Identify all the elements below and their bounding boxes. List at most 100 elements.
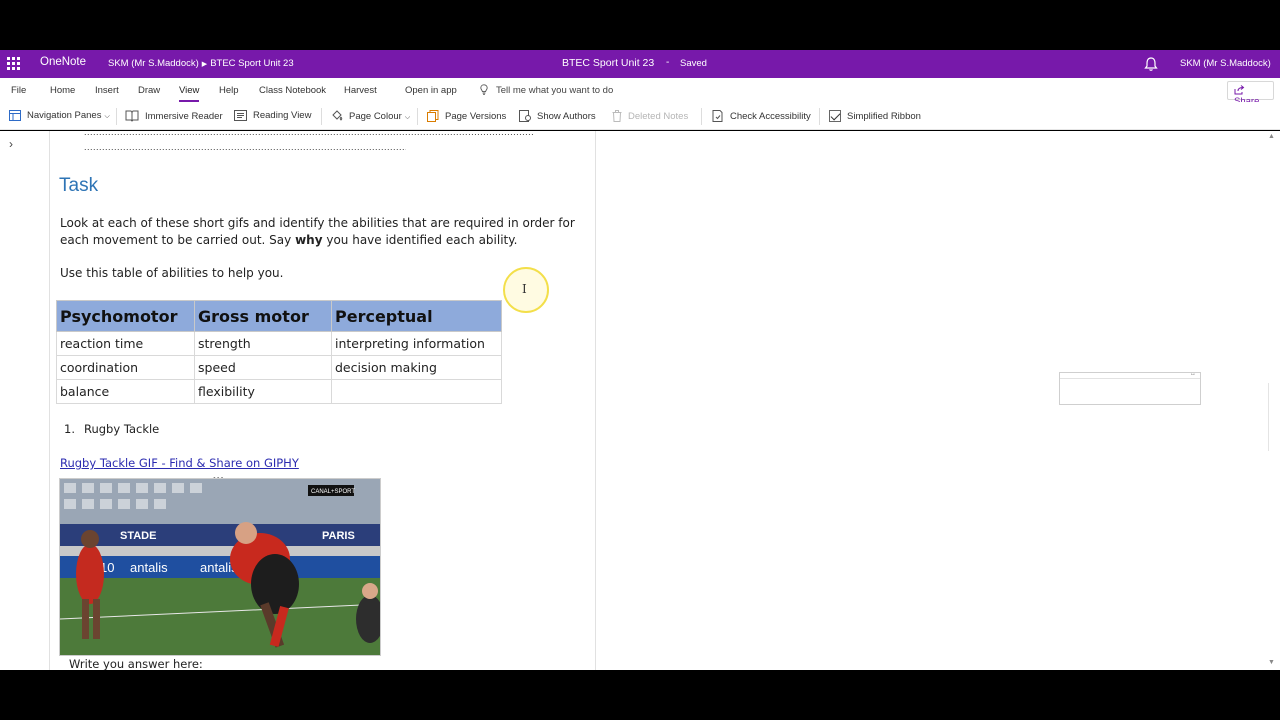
checkbox-checked-icon — [829, 110, 841, 122]
show-authors-button[interactable]: Show Authors — [519, 110, 596, 122]
container-handle-bar[interactable] — [1060, 373, 1200, 379]
navigation-panes-label: Navigation Panes — [27, 110, 102, 121]
list-item-label: Rugby Tackle — [84, 422, 160, 436]
ribbon: Navigation Panes ⌵ Immersive Reader Readi… — [0, 102, 1280, 130]
expand-navigation-chevron-icon[interactable]: › — [3, 137, 19, 153]
table-header-cell: Perceptual — [331, 300, 502, 332]
table-cell: balance — [56, 379, 195, 404]
title-bar: OneNote SKM (Mr S.Maddock) ▶ BTEC Sport Un… — [0, 50, 1280, 78]
deleted-notes-button[interactable]: Deleted Notes — [612, 110, 688, 122]
trash-icon — [612, 110, 622, 122]
check-accessibility-label: Check Accessibility — [730, 111, 811, 122]
table-row: balance flexibility — [56, 379, 502, 404]
menu-class-notebook[interactable]: Class Notebook — [259, 85, 326, 96]
menu-help[interactable]: Help — [219, 85, 239, 96]
instruction-text-end: you have identified each ability. — [322, 233, 518, 247]
table-cell: reaction time — [56, 331, 195, 356]
table-header-row: Psychomotor Gross motor Perceptual — [56, 300, 502, 332]
scroll-down-arrow-icon[interactable]: ▼ — [1268, 659, 1275, 666]
open-in-app-button[interactable]: Open in app — [405, 85, 457, 96]
check-accessibility-button[interactable]: Check Accessibility — [712, 110, 811, 122]
document-title: BTEC Sport Unit 23 — [562, 57, 655, 69]
table-row: reaction time strength interpreting info… — [56, 331, 502, 356]
navigation-panes-icon — [9, 110, 21, 121]
simplified-ribbon-toggle[interactable]: Simplified Ribbon — [829, 110, 921, 122]
empty-note-container[interactable]: ↔ — [1059, 371, 1201, 405]
rugby-tackle-gif[interactable]: STADE PARIS 10 antalis antalis CANAL+SPO… — [59, 478, 381, 656]
resize-handle-icon[interactable]: ↔ — [1190, 371, 1196, 377]
immersive-reader-icon — [125, 110, 139, 122]
bell-icon[interactable] — [1144, 56, 1158, 72]
share-icon — [1234, 85, 1245, 95]
table-cell: speed — [194, 355, 332, 380]
answer-dotted-line: ........................................… — [84, 142, 406, 152]
breadcrumb[interactable]: SKM (Mr S.Maddock) ▶ BTEC Sport Unit 23 — [108, 58, 294, 69]
page-colour-label: Page Colour — [349, 111, 402, 122]
share-button[interactable]: Share — [1227, 81, 1274, 107]
table-cell: coordination — [56, 355, 195, 380]
table-cell: strength — [194, 331, 332, 356]
lightbulb-icon — [480, 84, 488, 95]
table-cell: flexibility — [194, 379, 332, 404]
page-canvas[interactable]: › ▲ ▼ ..................................… — [0, 131, 1280, 670]
ribbon-divider — [701, 108, 702, 125]
app-launcher-icon[interactable] — [7, 57, 20, 70]
accessibility-icon — [712, 110, 723, 122]
table-header-cell: Psychomotor — [56, 300, 195, 332]
ribbon-divider — [116, 108, 117, 125]
stadium-board-text: STADE — [120, 530, 156, 542]
navigation-panes-button[interactable]: Navigation Panes ⌵ — [9, 110, 110, 121]
breadcrumb-notebook[interactable]: SKM (Mr S.Maddock) — [108, 58, 199, 69]
breadcrumb-section[interactable]: BTEC Sport Unit 23 — [210, 58, 293, 69]
tell-me-label: Tell me what you want to do — [496, 85, 614, 96]
scrollbar-thumb[interactable] — [1268, 383, 1280, 451]
page-colour-button[interactable]: Page Colour ⌵ — [331, 110, 410, 122]
menu-bar: File Home Insert Draw View Help Class No… — [0, 78, 1280, 102]
table-cell: interpreting information — [331, 331, 502, 356]
letterbox-top — [0, 0, 1280, 50]
ribbon-divider — [417, 108, 418, 125]
menu-harvest[interactable]: Harvest — [344, 85, 377, 96]
scroll-up-arrow-icon[interactable]: ▲ — [1268, 133, 1275, 140]
ribbon-divider — [819, 108, 820, 125]
task-instructions: Look at each of these short gifs and ide… — [60, 215, 580, 249]
show-authors-icon — [519, 110, 531, 122]
immersive-reader-label: Immersive Reader — [145, 111, 223, 122]
immersive-reader-button[interactable]: Immersive Reader — [125, 110, 223, 122]
gif-link[interactable]: Rugby Tackle GIF - Find & Share on GIPHY — [60, 456, 299, 470]
app-name[interactable]: OneNote — [40, 56, 86, 68]
abilities-table: Psychomotor Gross motor Perceptual react… — [56, 300, 502, 404]
table-cell: decision making — [331, 355, 502, 380]
table-cell — [331, 379, 502, 404]
page-versions-button[interactable]: Page Versions — [427, 110, 506, 122]
tell-me-search[interactable]: Tell me what you want to do — [480, 84, 613, 96]
list-number: 1. — [64, 422, 75, 436]
stadium-board-text: antalis — [130, 560, 168, 575]
menu-insert[interactable]: Insert — [95, 85, 119, 96]
save-status: Saved — [680, 58, 707, 69]
menu-file[interactable]: File — [11, 85, 26, 96]
letterbox-bottom — [0, 670, 1280, 720]
instruction-emphasis: why — [295, 233, 323, 247]
rugby-tackle-image: STADE PARIS 10 antalis antalis CANAL+SPO… — [60, 479, 380, 655]
table-header-cell: Gross motor — [194, 300, 332, 332]
user-account[interactable]: SKM (Mr S.Maddock) — [1180, 58, 1271, 69]
table-intro: Use this table of abilities to help you. — [60, 266, 284, 280]
chevron-down-icon: ⌵ — [404, 114, 411, 121]
page-versions-icon — [427, 110, 439, 122]
menu-draw[interactable]: Draw — [138, 85, 160, 96]
page-width-guide — [595, 131, 596, 670]
chevron-right-icon: ▶ — [201, 61, 208, 68]
show-authors-label: Show Authors — [537, 111, 596, 122]
nav-edge-divider — [49, 131, 50, 670]
task-heading: Task — [59, 175, 99, 196]
answer-dotted-line: ........................................… — [84, 131, 535, 137]
menu-view[interactable]: View — [179, 85, 200, 102]
reading-view-label: Reading View — [253, 110, 312, 121]
reading-view-icon — [234, 110, 247, 121]
page-versions-label: Page Versions — [445, 111, 507, 122]
paint-bucket-icon — [332, 110, 343, 121]
reading-view-button[interactable]: Reading View — [234, 110, 311, 121]
menu-home[interactable]: Home — [50, 85, 75, 96]
chevron-down-icon: ⌵ — [104, 113, 110, 120]
